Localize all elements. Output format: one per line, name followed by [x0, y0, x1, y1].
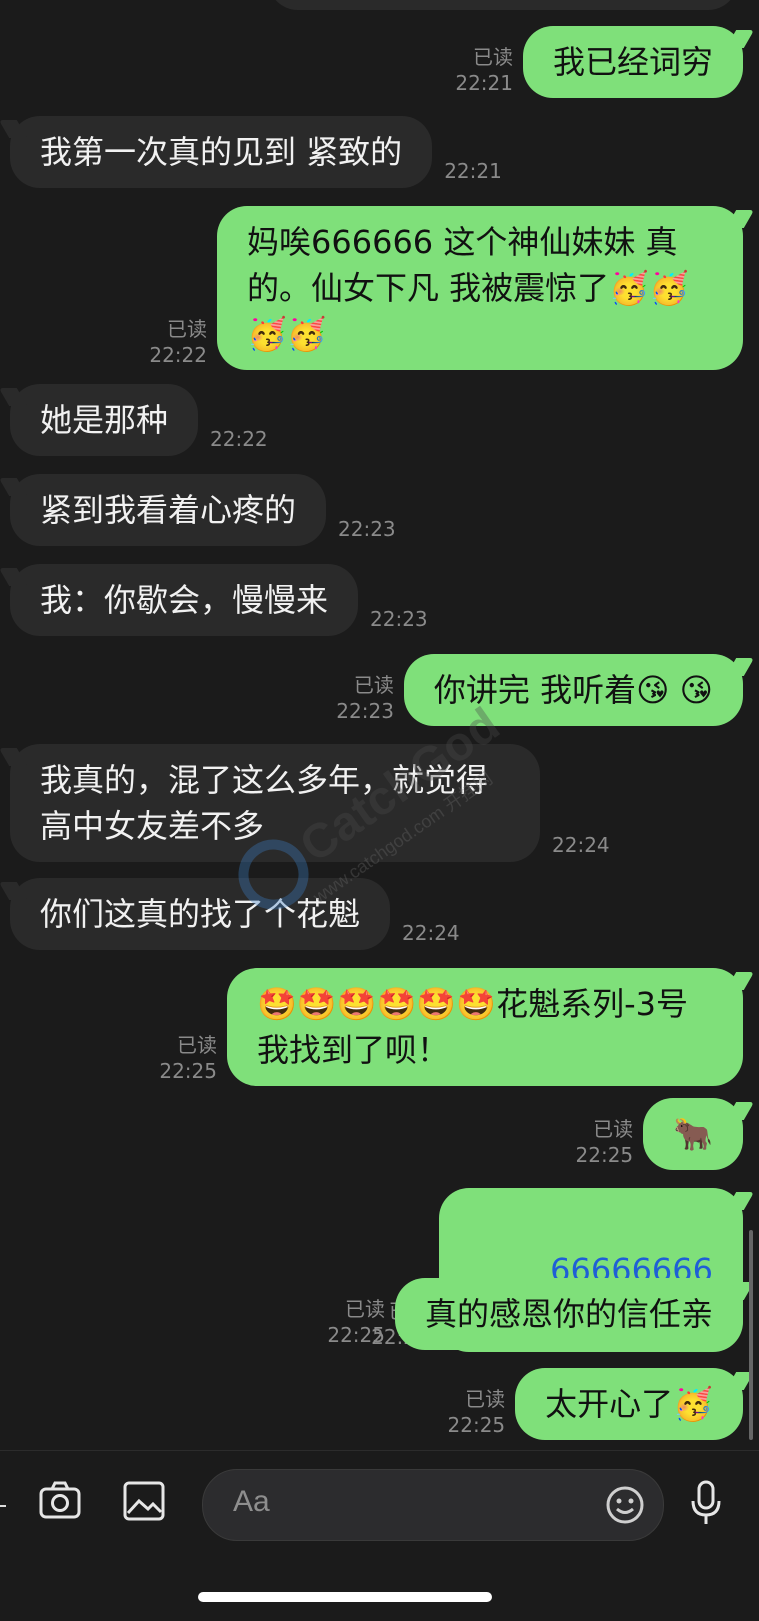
timestamp: 22:22	[210, 427, 268, 451]
message-outgoing[interactable]: 🤩🤩🤩🤩🤩🤩花魁系列-3号 我找到了呗！ 已读 22:25	[149, 968, 743, 1086]
message-meta: 已读 22:21	[455, 44, 513, 96]
home-indicator[interactable]	[198, 1592, 492, 1602]
message-bubble[interactable]: 紧到我看着心疼的	[10, 474, 327, 546]
chat-screen: 我已经词穷 已读 22:21 我第一次真的见到 紧致的 22:21 妈唉6666…	[0, 0, 759, 1621]
read-receipt: 已读	[593, 1117, 634, 1141]
more-icon[interactable]	[0, 1491, 8, 1525]
message-meta: 已读 22:25	[448, 1386, 506, 1438]
message-outgoing[interactable]: 🐂 已读 22:25	[566, 1098, 743, 1170]
message-incoming[interactable]: 我：你歇会，慢慢来 22:23	[10, 564, 438, 636]
read-receipt: 已读	[472, 45, 513, 69]
timestamp: 22:22	[149, 343, 207, 367]
message-meta: 已读 22:25	[576, 1116, 634, 1168]
previous-message-bubble	[268, 0, 738, 10]
message-incoming[interactable]: 我第一次真的见到 紧致的 22:21	[10, 116, 512, 188]
message-bubble[interactable]: 太开心了🥳	[515, 1368, 743, 1440]
read-receipt: 已读	[353, 673, 394, 697]
message-outgoing[interactable]: 真的感恩你的信任亲 已读 22:25	[317, 1278, 743, 1350]
message-incoming[interactable]: 我真的，混了这么多年，就觉得高中女友差不多 22:24	[10, 744, 620, 862]
read-receipt: 已读	[167, 317, 207, 341]
timestamp: 22:21	[455, 71, 513, 95]
message-outgoing[interactable]: 我已经词穷 已读 22:21	[445, 26, 743, 98]
timestamp: 22:25	[327, 1323, 385, 1347]
microphone-icon[interactable]	[688, 1479, 724, 1531]
timestamp: 22:23	[338, 517, 396, 541]
message-bubble[interactable]: 🐂	[643, 1098, 743, 1170]
read-receipt: 已读	[344, 1297, 385, 1321]
message-outgoing[interactable]: 你讲完 我听着😘 😘 已读 22:23	[326, 654, 743, 726]
read-receipt: 已读	[177, 1033, 217, 1057]
timestamp: 22:23	[370, 607, 428, 631]
message-bubble[interactable]: 她是那种	[10, 384, 199, 456]
message-bubble[interactable]: 真的感恩你的信任亲	[394, 1278, 743, 1350]
smiley-icon[interactable]	[605, 1485, 645, 1529]
message-bubble[interactable]: 你讲完 我听着😘 😘	[403, 654, 743, 726]
message-meta: 已读 22:25	[159, 1032, 217, 1084]
camera-icon[interactable]	[38, 1479, 82, 1527]
message-incoming[interactable]: 她是那种 22:22	[10, 384, 278, 456]
scrollbar[interactable]	[749, 1230, 753, 1440]
timestamp: 22:23	[336, 699, 394, 723]
message-meta: 已读 22:22	[149, 316, 207, 368]
message-bubble[interactable]: 我：你歇会，慢慢来	[10, 564, 359, 636]
message-input[interactable]: Aa	[202, 1469, 664, 1541]
timestamp: 22:21	[444, 159, 502, 183]
message-outgoing[interactable]: 妈唉666666 这个神仙妹妹 真的。仙女下凡 我被震惊了🥳🥳🥳🥳 已读 22:…	[139, 206, 743, 370]
timestamp: 22:25	[159, 1059, 217, 1083]
message-incoming[interactable]: 你们这真的找了个花魁 22:24	[10, 878, 470, 950]
read-receipt: 已读	[465, 1387, 506, 1411]
timestamp: 22:24	[402, 921, 460, 945]
message-bubble[interactable]: 🤩🤩🤩🤩🤩🤩花魁系列-3号 我找到了呗！	[227, 968, 743, 1086]
message-outgoing[interactable]: 太开心了🥳 已读 22:25	[438, 1368, 743, 1440]
timestamp: 22:25	[575, 1143, 634, 1167]
image-icon[interactable]	[122, 1479, 166, 1527]
timestamp: 22:24	[552, 833, 610, 857]
message-list[interactable]: 我已经词穷 已读 22:21 我第一次真的见到 紧致的 22:21 妈唉6666…	[0, 0, 759, 1450]
timestamp: 22:25	[447, 1413, 506, 1437]
message-bubble[interactable]: 我第一次真的见到 紧致的	[10, 116, 433, 188]
message-bubble[interactable]: 你们这真的找了个花魁	[10, 878, 391, 950]
message-meta: 已读 22:25	[327, 1296, 385, 1348]
input-placeholder: Aa	[233, 1485, 270, 1518]
message-bubble[interactable]: 妈唉666666 这个神仙妹妹 真的。仙女下凡 我被震惊了🥳🥳🥳🥳	[217, 206, 743, 370]
message-incoming[interactable]: 紧到我看着心疼的 22:23	[10, 474, 406, 546]
message-bubble[interactable]: 我已经词穷	[522, 26, 743, 98]
message-meta: 已读 22:23	[336, 672, 394, 724]
message-bubble[interactable]: 我真的，混了这么多年，就觉得高中女友差不多	[10, 744, 540, 862]
